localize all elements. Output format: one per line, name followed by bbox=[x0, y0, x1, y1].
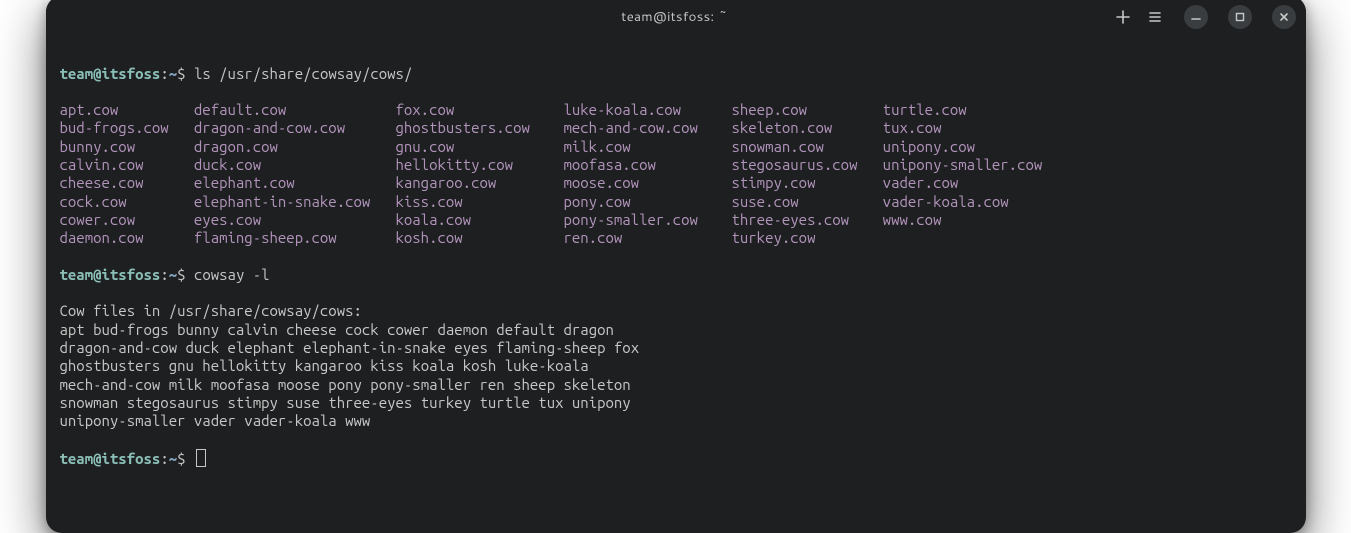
output-line: dragon-and-cow duck elephant elephant-in… bbox=[60, 339, 1292, 357]
ls-file: ghostbusters.cow bbox=[395, 119, 563, 137]
prompt-separator: : bbox=[160, 450, 168, 467]
ls-file: pony.cow bbox=[563, 193, 731, 211]
ls-output: apt.cowbud-frogs.cowbunny.cowcalvin.cowc… bbox=[60, 101, 1292, 247]
command-text: cowsay -l bbox=[194, 266, 270, 283]
ls-column: turtle.cowtux.cowunipony.cowunipony-smal… bbox=[883, 101, 1068, 247]
output-line: unipony-smaller vader vader-koala www bbox=[60, 412, 1292, 430]
ls-column: luke-koala.cowmech-and-cow.cowmilk.cowmo… bbox=[563, 101, 731, 247]
prompt-user-host: team@itsfoss bbox=[60, 266, 161, 283]
prompt-path: ~ bbox=[169, 450, 177, 467]
ls-file: pony-smaller.cow bbox=[563, 211, 731, 229]
ls-column: fox.cowghostbusters.cowgnu.cowhellokitty… bbox=[395, 101, 563, 247]
ls-file: three-eyes.cow bbox=[731, 211, 882, 229]
ls-file: koala.cow bbox=[395, 211, 563, 229]
ls-file: kangaroo.cow bbox=[395, 174, 563, 192]
ls-file: www.cow bbox=[883, 211, 1068, 229]
prompt-line: team@itsfoss:~$ cowsay -l bbox=[60, 266, 1292, 284]
ls-file: bunny.cow bbox=[60, 138, 194, 156]
prompt-dollar: $ bbox=[177, 266, 185, 283]
output-line: Cow files in /usr/share/cowsay/cows: bbox=[60, 302, 1292, 320]
ls-file: calvin.cow bbox=[60, 156, 194, 174]
ls-file: kosh.cow bbox=[395, 229, 563, 247]
prompt-line: team@itsfoss:~$ bbox=[60, 449, 1292, 468]
output-line: snowman stegosaurus stimpy suse three-ey… bbox=[60, 394, 1292, 412]
ls-file: luke-koala.cow bbox=[563, 101, 731, 119]
ls-column: apt.cowbud-frogs.cowbunny.cowcalvin.cowc… bbox=[60, 101, 194, 247]
ls-file: cock.cow bbox=[60, 193, 194, 211]
ls-file: turkey.cow bbox=[731, 229, 882, 247]
ls-file: stegosaurus.cow bbox=[731, 156, 882, 174]
output-line: mech-and-cow milk moofasa moose pony pon… bbox=[60, 376, 1292, 394]
ls-file: suse.cow bbox=[731, 193, 882, 211]
ls-file: dragon-and-cow.cow bbox=[194, 119, 396, 137]
command-text: ls /usr/share/cowsay/cows/ bbox=[194, 65, 412, 82]
ls-file: tux.cow bbox=[883, 119, 1068, 137]
ls-file: default.cow bbox=[194, 101, 396, 119]
ls-file: sheep.cow bbox=[731, 101, 882, 119]
prompt-user-host: team@itsfoss bbox=[60, 65, 161, 82]
ls-file: turtle.cow bbox=[883, 101, 1068, 119]
ls-file: daemon.cow bbox=[60, 229, 194, 247]
ls-file: eyes.cow bbox=[194, 211, 396, 229]
ls-file: mech-and-cow.cow bbox=[563, 119, 731, 137]
ls-file: flaming-sheep.cow bbox=[194, 229, 396, 247]
ls-file: elephant-in-snake.cow bbox=[194, 193, 396, 211]
ls-file: gnu.cow bbox=[395, 138, 563, 156]
ls-file: unipony-smaller.cow bbox=[883, 156, 1068, 174]
terminal-window: team@itsfoss: ~ team@itsfoss:~ bbox=[46, 0, 1306, 533]
ls-file: vader.cow bbox=[883, 174, 1068, 192]
menu-button[interactable] bbox=[1146, 8, 1164, 26]
ls-column: default.cowdragon-and-cow.cowdragon.cowd… bbox=[194, 101, 396, 247]
prompt-separator: : bbox=[160, 65, 168, 82]
window-title: team@itsfoss: ~ bbox=[236, 9, 1114, 25]
window-controls bbox=[1114, 5, 1296, 29]
ls-file: bud-frogs.cow bbox=[60, 119, 194, 137]
ls-file: stimpy.cow bbox=[731, 174, 882, 192]
ls-file: duck.cow bbox=[194, 156, 396, 174]
prompt-separator: : bbox=[160, 266, 168, 283]
ls-file: elephant.cow bbox=[194, 174, 396, 192]
ls-file: snowman.cow bbox=[731, 138, 882, 156]
prompt-user-host: team@itsfoss bbox=[60, 450, 161, 467]
ls-file: hellokitty.cow bbox=[395, 156, 563, 174]
ls-file: skeleton.cow bbox=[731, 119, 882, 137]
ls-file: dragon.cow bbox=[194, 138, 396, 156]
ls-column: sheep.cowskeleton.cowsnowman.cowstegosau… bbox=[731, 101, 882, 247]
ls-file: kiss.cow bbox=[395, 193, 563, 211]
prompt-line: team@itsfoss:~$ ls /usr/share/cowsay/cow… bbox=[60, 65, 1292, 83]
ls-file: milk.cow bbox=[563, 138, 731, 156]
new-tab-button[interactable] bbox=[1114, 8, 1132, 26]
terminal-body[interactable]: team@itsfoss:~$ ls /usr/share/cowsay/cow… bbox=[46, 38, 1306, 532]
ls-file: apt.cow bbox=[60, 101, 194, 119]
ls-file: moose.cow bbox=[563, 174, 731, 192]
prompt-dollar: $ bbox=[177, 65, 185, 82]
prompt-path: ~ bbox=[169, 65, 177, 82]
output-line: apt bud-frogs bunny calvin cheese cock c… bbox=[60, 321, 1292, 339]
maximize-button[interactable] bbox=[1228, 5, 1252, 29]
ls-file: cheese.cow bbox=[60, 174, 194, 192]
titlebar: team@itsfoss: ~ bbox=[46, 0, 1306, 38]
ls-file: vader-koala.cow bbox=[883, 193, 1068, 211]
prompt-path: ~ bbox=[169, 266, 177, 283]
output-line: ghostbusters gnu hellokitty kangaroo kis… bbox=[60, 357, 1292, 375]
ls-file: ren.cow bbox=[563, 229, 731, 247]
cursor bbox=[196, 449, 206, 467]
cowsay-output: Cow files in /usr/share/cowsay/cows:apt … bbox=[60, 302, 1292, 430]
close-button[interactable] bbox=[1272, 5, 1296, 29]
ls-file: fox.cow bbox=[395, 101, 563, 119]
ls-file: unipony.cow bbox=[883, 138, 1068, 156]
ls-file: cower.cow bbox=[60, 211, 194, 229]
minimize-button[interactable] bbox=[1184, 5, 1208, 29]
prompt-dollar: $ bbox=[177, 450, 185, 467]
ls-file: moofasa.cow bbox=[563, 156, 731, 174]
